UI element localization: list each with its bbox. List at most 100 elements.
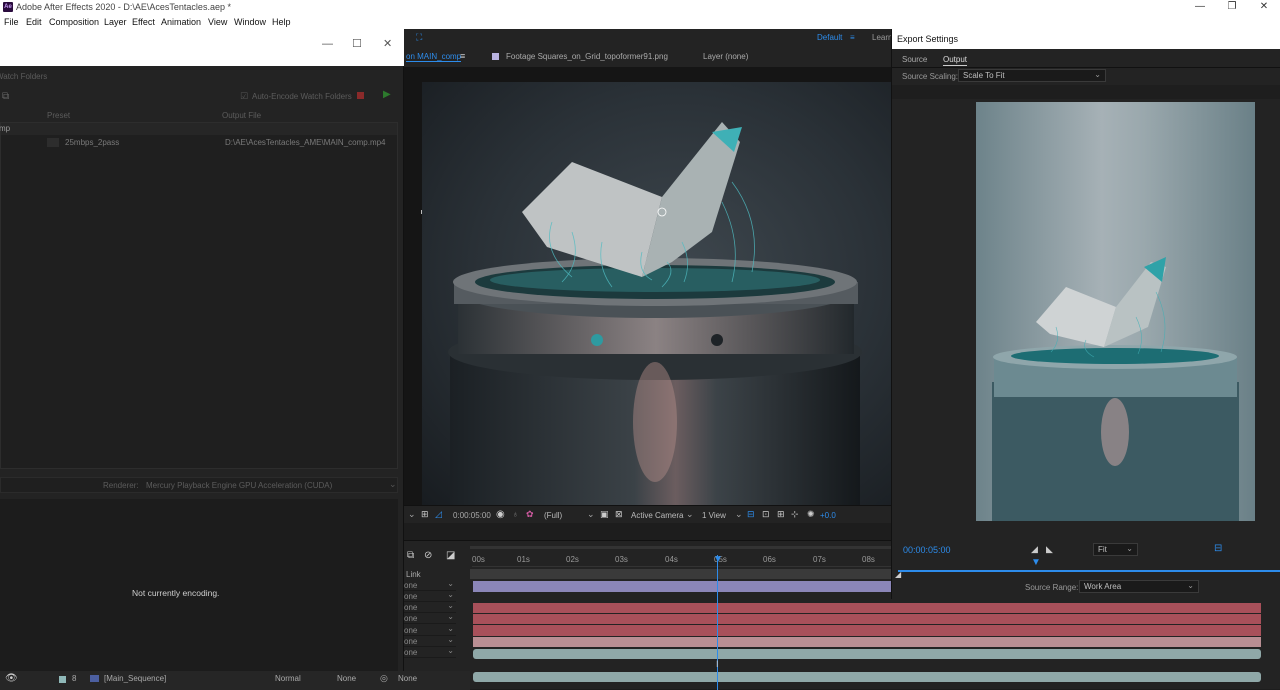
set-out-point-icon[interactable]: ◣ [1046, 544, 1053, 555]
track-matte-dropdown[interactable]: None [337, 674, 356, 683]
playhead-icon[interactable]: ▼ [713, 554, 723, 565]
blend-mode-dropdown[interactable]: Normal [275, 674, 301, 683]
chevron-down-icon[interactable]: ⌄ [686, 509, 694, 520]
encoding-panel: Not currently encoding. [0, 499, 398, 689]
menu-edit[interactable]: Edit [26, 17, 42, 27]
views-dropdown[interactable]: 1 View [702, 511, 726, 520]
minimize-icon[interactable]: — [1188, 1, 1212, 13]
eye-icon[interactable]: 👁 [5, 673, 18, 684]
export-settings-window: Export Settings Source Output Source Sca… [891, 29, 1280, 599]
restore-icon[interactable]: ❐ [1220, 1, 1244, 13]
toggle-pixel-aspect-icon[interactable]: ⊟ [747, 509, 755, 520]
expand-icon[interactable]: ⛶ [416, 32, 422, 43]
chevron-down-icon[interactable]: ⌄ [389, 479, 397, 490]
start-queue-icon[interactable]: ▶ [383, 89, 391, 100]
camera-snapshot-icon[interactable]: ◉ [496, 509, 505, 520]
layer-bar-teal[interactable] [473, 672, 1261, 682]
composition-mini-flowchart-icon[interactable]: ⧉ [407, 550, 414, 561]
fast-previews-icon[interactable]: ⊡ [762, 509, 770, 520]
layer-bar-pink[interactable] [473, 637, 1261, 647]
menu-animation[interactable]: Animation [161, 17, 201, 27]
reset-exposure-icon[interactable]: ✺ [807, 509, 815, 520]
minimize-icon[interactable]: — [322, 38, 333, 50]
media-encoder-window: — ☐ ✕ Watch Folders ⧉ ☑ Auto-Encode Watc… [0, 29, 404, 689]
export-settings-title: Export Settings [897, 34, 959, 44]
resolution-dropdown[interactable]: (Full) [544, 511, 562, 520]
ae-toolbar: ⛶ Default ≡ Learn [404, 29, 892, 46]
roi-icon[interactable]: ▣ [600, 509, 609, 520]
menu-composition[interactable]: Composition [49, 17, 99, 27]
work-area-start-icon[interactable]: ◢ [895, 570, 901, 579]
workspace-menu-icon[interactable]: ≡ [850, 33, 855, 42]
current-time-indicator[interactable] [717, 555, 718, 690]
export-playhead-icon[interactable]: ▼ [1031, 557, 1041, 568]
tick-label: 06s [763, 555, 776, 564]
maximize-icon[interactable]: ☐ [352, 37, 362, 50]
workspace-default[interactable]: Default [817, 33, 842, 42]
layer-bar-purple[interactable] [473, 581, 893, 592]
preset-dropdown-icon[interactable] [47, 138, 59, 147]
chevron-down-icon[interactable]: ⌄ [587, 509, 595, 520]
layer-name[interactable]: [Main_Sequence] [104, 674, 166, 683]
label-color-icon[interactable] [59, 676, 66, 683]
menu-view[interactable]: View [208, 17, 227, 27]
layer-bar-red[interactable] [473, 614, 1261, 624]
render-preview-image [422, 82, 891, 505]
export-timecode[interactable]: 00:00:05:00 [903, 545, 951, 555]
viewer-timecode[interactable]: 0:00:05:00 [453, 511, 491, 520]
composition-viewer[interactable] [404, 68, 891, 505]
parent-dropdown[interactable]: one [404, 612, 456, 624]
duplicate-icon[interactable]: ⧉ [2, 91, 9, 102]
region-icon[interactable]: ⊞ [421, 509, 429, 520]
tab-composition[interactable]: on MAIN_comp [406, 52, 462, 62]
source-scaling-dropdown[interactable]: Scale To Fit [958, 69, 1106, 82]
zoom-fit-dropdown[interactable]: Fit [1093, 543, 1138, 556]
graph-editor-icon[interactable]: ◪ [446, 550, 455, 561]
menu-window[interactable]: Window [234, 17, 266, 27]
renderer-value[interactable]: Mercury Playback Engine GPU Acceleration… [146, 481, 332, 490]
menu-help[interactable]: Help [272, 17, 291, 27]
show-snapshot-icon[interactable]: ♁ [512, 509, 519, 519]
layer-bar-red[interactable] [473, 603, 1261, 613]
tab-output[interactable]: Output [943, 55, 968, 66]
tab-source[interactable]: Source [902, 55, 927, 64]
exposure-value[interactable]: +0.0 [820, 511, 836, 520]
timeline-icon[interactable]: ⊞ [777, 509, 785, 520]
menu-layer[interactable]: Layer [104, 17, 127, 27]
set-in-point-icon[interactable]: ◢ [1031, 544, 1038, 555]
stop-queue-icon[interactable] [357, 92, 364, 99]
queue-list: mp 25mbps_2pass D:\AE\AcesTentacles_AME\… [0, 122, 398, 469]
parent-dropdown[interactable]: None [398, 674, 417, 683]
layer-bar-teal[interactable] [473, 649, 1261, 659]
chevron-down-icon[interactable]: ⌄ [735, 509, 743, 520]
pick-whip-icon[interactable]: ◎ [380, 673, 388, 684]
transparency-grid-icon[interactable]: ⊠ [615, 509, 623, 520]
menu-file[interactable]: File [4, 17, 19, 27]
layer-row-main-sequence[interactable]: 👁 8 [Main_Sequence] Normal None ◎ None [0, 671, 470, 690]
menu-bar: File Edit Composition Layer Effect Anima… [0, 15, 1280, 29]
tab-layer[interactable]: Layer (none) [703, 52, 748, 61]
chevron-down-icon[interactable]: ⌄ [408, 509, 416, 520]
mask-icon[interactable]: ◿ [435, 509, 442, 520]
preset-value[interactable]: 25mbps_2pass [65, 138, 119, 147]
close-icon[interactable]: ✕ [1252, 1, 1276, 13]
flowchart-icon[interactable]: ⊹ [791, 509, 799, 520]
queue-group-row[interactable]: mp [0, 123, 397, 135]
motion-blur-icon[interactable]: ⊘ [424, 550, 432, 561]
close-icon[interactable]: ✕ [383, 37, 392, 50]
export-settings-title-bar: Export Settings [892, 29, 1280, 49]
menu-effect[interactable]: Effect [132, 17, 155, 27]
auto-encode-checkbox[interactable]: ☑ [240, 91, 248, 102]
layer-bar-red[interactable] [473, 625, 1261, 636]
color-channels-icon[interactable]: ✿ [526, 509, 534, 520]
tab-menu-icon[interactable]: ≡ [460, 51, 465, 61]
tab-footage[interactable]: Footage Squares_on_Grid_topoformer91.png [506, 52, 668, 61]
output-file-value[interactable]: D:\AE\AcesTentacles_AME\MAIN_comp.mp4 [225, 138, 386, 147]
aspect-toggle-icon[interactable]: ⊟ [1214, 543, 1222, 554]
workspace-learn[interactable]: Learn [872, 33, 892, 42]
export-scrub-bar[interactable] [898, 570, 1280, 572]
camera-dropdown[interactable]: Active Camera [631, 511, 683, 520]
source-range-dropdown[interactable]: Work Area [1079, 580, 1199, 593]
parent-dropdown[interactable]: one [404, 646, 456, 658]
queue-item-row[interactable]: 25mbps_2pass D:\AE\AcesTentacles_AME\MAI… [1, 136, 397, 150]
